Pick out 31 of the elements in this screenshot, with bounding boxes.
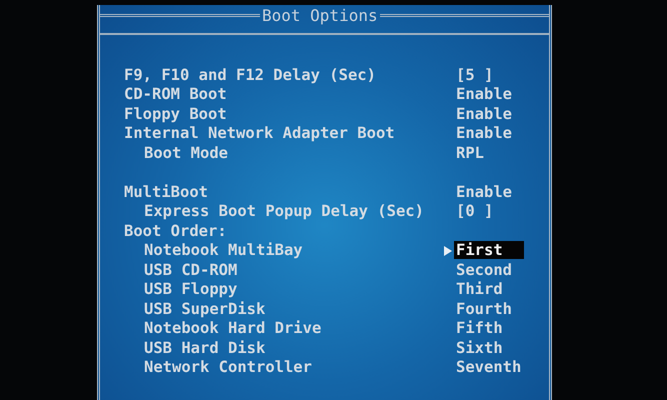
setting-label: Boot Order: [124, 222, 228, 240]
setting-value[interactable]: [0 ] [454, 202, 524, 220]
setting-label: USB CD-ROM [144, 260, 238, 279]
setting-label: Express Boot Popup Delay (Sec) [144, 202, 425, 220]
setting-label: Floppy Boot [124, 104, 228, 123]
setting-value[interactable]: First [454, 241, 524, 260]
setting-label: USB Hard Disk [144, 338, 266, 357]
setting-label: MultiBoot [124, 182, 209, 201]
setting-label: CD-ROM Boot [124, 85, 228, 104]
setting-value[interactable]: Third [454, 280, 524, 298]
setting-label: USB SuperDisk [144, 300, 266, 318]
setting-value[interactable]: Enable [454, 104, 524, 123]
pointer-icon [444, 246, 452, 256]
setting-label: USB Floppy [144, 280, 238, 298]
setting-value[interactable]: Fourth [454, 300, 524, 318]
setting-value[interactable]: Seventh [454, 358, 524, 376]
setting-value[interactable]: Second [454, 260, 524, 279]
setting-label: Notebook MultiBay [144, 241, 304, 260]
setting-label: Boot Mode [144, 144, 229, 162]
window-title: Boot Options [261, 6, 379, 24]
setting-label: Network Controller [144, 358, 313, 376]
setting-label: F9, F10 and F12 Delay (Sec) [124, 66, 377, 84]
setting-value[interactable]: Enable [454, 182, 524, 201]
setting-label: Internal Network Adapter Boot [124, 124, 396, 142]
setting-value[interactable]: RPL [454, 144, 524, 162]
setting-value[interactable]: Sixth [454, 338, 524, 357]
setting-value[interactable]: [5 ] [454, 66, 524, 84]
setting-value[interactable]: Enable [454, 124, 524, 142]
setting-value[interactable]: Fifth [454, 319, 524, 338]
setting-label: Notebook Hard Drive [144, 319, 322, 338]
setting-value[interactable]: Enable [454, 85, 524, 104]
